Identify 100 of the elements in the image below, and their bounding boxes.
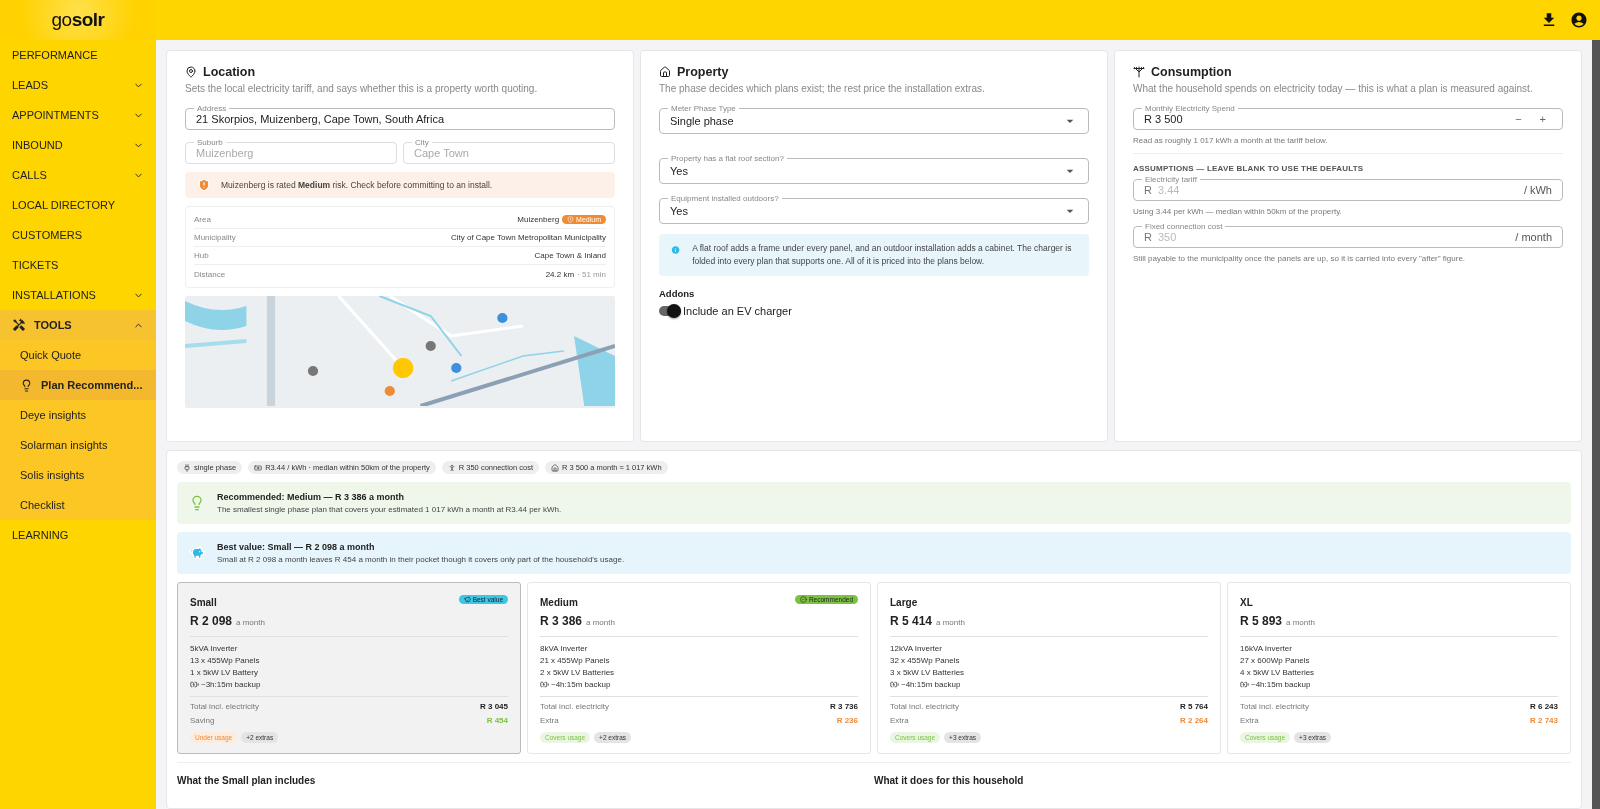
sidebar-item[interactable]: TOOLS xyxy=(0,310,156,340)
plan-spec: 8kVA Inverter xyxy=(540,644,589,653)
person-icon xyxy=(447,463,456,472)
price-period: a month xyxy=(236,618,265,627)
callout-title: Best value: Small — R 2 098 a month xyxy=(217,542,376,552)
account-button[interactable] xyxy=(1570,11,1588,29)
total-label: Total incl. electricity xyxy=(540,702,609,711)
home-icon xyxy=(659,66,671,78)
piggy-bank-icon xyxy=(189,545,205,561)
plan-spec: 5kVA Inverter xyxy=(190,644,239,653)
sidebar-item[interactable]: CUSTOMERS xyxy=(0,220,156,250)
plan-price: R 5 414 xyxy=(890,614,933,628)
detail-label: Hub xyxy=(194,251,209,260)
sidebar-item[interactable]: LEADS xyxy=(0,70,156,100)
sidebar-subitem[interactable]: Checklist xyxy=(0,490,156,520)
section-heading: Addons xyxy=(659,287,696,299)
total-label: Total incl. electricity xyxy=(1240,702,1309,711)
section-heading: What the Small plan includes xyxy=(177,775,317,786)
plan-price: R 5 893 xyxy=(1240,614,1283,628)
plan-name: XL xyxy=(1240,597,1253,608)
total-label: Extra xyxy=(890,716,909,725)
total-value: R 3 045 xyxy=(479,702,508,711)
plan-spec: 21 x 455Wp Panels xyxy=(540,656,611,665)
lightbulb-icon xyxy=(189,495,205,511)
sidebar-subitem[interactable]: Solis insights xyxy=(0,460,156,490)
detail-value: Cape Town & Inland xyxy=(534,251,606,260)
decrement-button[interactable]: − xyxy=(1509,113,1528,125)
price-period: a month xyxy=(1286,618,1315,627)
info-text: A flat roof adds a frame under every panel, and an outdoor installation adds a cabinet. The charger is folded into every plan that supports one. All of it is priced into the plans below. xyxy=(692,242,1073,268)
select-field[interactable]: Equipment installed outdoors? Yes xyxy=(659,194,1089,224)
plan-name: Large xyxy=(890,597,918,608)
backup-time: ~4h:15m backup xyxy=(1251,680,1311,689)
plan-spec: 1 x 5kW LV Battery xyxy=(190,668,259,677)
map-pin-icon xyxy=(185,66,197,78)
banknote-icon xyxy=(254,463,263,472)
sidebar-subitem[interactable]: Deye insights xyxy=(0,400,156,430)
tools-icon xyxy=(12,318,26,332)
sidebar-subitem[interactable]: Solarman insights xyxy=(0,430,156,460)
plan-spec: 4 x 5kW LV Batteries xyxy=(1240,668,1316,677)
tariff-field[interactable]: Electricity tariff R 3.44 / kWh xyxy=(1133,175,1563,201)
plan-spec: 27 x 600Wp Panels xyxy=(1240,656,1311,665)
sidebar-item[interactable]: INBOUND xyxy=(0,130,156,160)
detail-value: Muizenberg xyxy=(517,215,560,224)
battery-charging-icon xyxy=(890,680,899,689)
detail-value: 24.2 km xyxy=(545,269,575,279)
total-label: Total incl. electricity xyxy=(890,702,959,711)
sidebar-item[interactable]: PERFORMANCE xyxy=(0,40,156,70)
total-value: R 2 264 xyxy=(1179,716,1208,725)
home-icon xyxy=(551,463,559,472)
total-label: Saving xyxy=(190,716,215,725)
sidebar-subitem[interactable]: Quick Quote xyxy=(0,340,156,370)
ev-charger-switch[interactable]: Include an EV charger xyxy=(659,304,1089,317)
logo[interactable]: gosolr xyxy=(51,9,105,31)
plan-name: Medium xyxy=(540,597,578,608)
sidebar-item[interactable]: CALLS xyxy=(0,160,156,190)
card-title: Location xyxy=(203,65,256,79)
callout-title: Recommended: Medium — R 3 386 a month xyxy=(217,492,406,502)
sidebar-item[interactable]: APPOINTMENTS xyxy=(0,100,156,130)
price-period: a month xyxy=(936,618,965,627)
plan-name: Small xyxy=(190,597,217,608)
card-subtitle: The phase decides which plans exist; the rest price the installation extras. xyxy=(659,83,986,94)
total-value: R 454 xyxy=(486,716,508,725)
backup-time: ~4h:15m backup xyxy=(901,680,961,689)
select-field[interactable]: Meter Phase Type Single phase xyxy=(659,104,1089,134)
connection-cost-field[interactable]: Fixed connection cost R 350 / month xyxy=(1133,222,1563,248)
utility-pole-icon xyxy=(1133,66,1145,78)
piggy-bank-icon xyxy=(463,596,471,603)
price-period: a month xyxy=(586,618,615,627)
select-field[interactable]: Property has a flat roof section? Yes xyxy=(659,154,1089,184)
callout-text: The smallest single phase plan that covers your estimated 1 017 kWh a month at R3.44 per kWh. xyxy=(217,505,562,514)
address-field[interactable]: Address 21 Skorpios, Muizenberg, Cape Town, South Africa xyxy=(185,104,615,130)
sidebar-item[interactable]: LEARNING xyxy=(0,520,156,550)
plan-spec: 32 x 455Wp Panels xyxy=(890,656,961,665)
helper-text: Using 3.44 per kWh — median within 50km of the property. xyxy=(1133,207,1343,216)
total-value: R 3 736 xyxy=(829,702,858,711)
sidebar-item[interactable]: LOCAL DIRECTORY xyxy=(0,190,156,220)
lightbulb-icon xyxy=(20,378,33,392)
sidebar-subitem[interactable]: Plan Recommend... xyxy=(0,370,156,400)
total-value: R 6 243 xyxy=(1529,702,1558,711)
check-circle-icon xyxy=(799,596,807,603)
total-label: Total incl. electricity xyxy=(190,702,259,711)
increment-button[interactable]: + xyxy=(1533,113,1552,125)
section-heading: What it does for this household xyxy=(874,775,1025,786)
shield-alert-icon xyxy=(197,178,211,192)
backup-time: ~4h:15m backup xyxy=(551,680,611,689)
sidebar-item[interactable]: TICKETS xyxy=(0,250,156,280)
spend-field[interactable]: Monthly Electricity Spend R 3 500 − + xyxy=(1133,104,1563,130)
plan-price: R 2 098 xyxy=(190,614,233,628)
battery-charging-icon xyxy=(1240,680,1249,689)
card-subtitle: Sets the local electricity tariff, and says whether this is a property worth quoting. xyxy=(185,83,539,94)
helper-text: Still payable to the municipality once the panels are up, so it is carried into every "after" figure. xyxy=(1133,254,1467,263)
card-title: Consumption xyxy=(1151,65,1232,79)
total-value: R 5 764 xyxy=(1179,702,1208,711)
section-heading: ASSUMPTIONS — LEAVE BLANK TO USE THE DEFAULTS xyxy=(1133,164,1365,173)
plan-spec: 2 x 5kW LV Batteries xyxy=(540,668,616,677)
detail-value: City of Cape Town Metropolitan Municipality xyxy=(450,233,606,242)
plug-icon xyxy=(183,463,191,472)
sidebar-item[interactable]: INSTALLATIONS xyxy=(0,280,156,310)
battery-charging-icon xyxy=(540,680,549,689)
plan-spec: 12kVA Inverter xyxy=(890,644,943,653)
